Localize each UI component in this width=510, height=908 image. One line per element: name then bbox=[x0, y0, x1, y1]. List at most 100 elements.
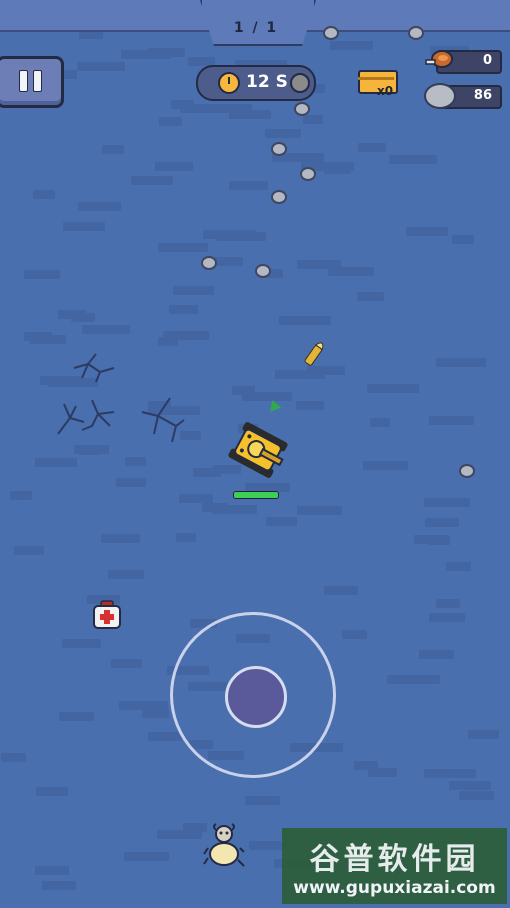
watermark: 谷普软件园 www.gupuxiazai.com bbox=[282, 828, 507, 904]
ground-brick bbox=[354, 761, 378, 770]
ground-brick bbox=[159, 117, 182, 126]
ground-brick bbox=[24, 332, 52, 341]
ground-brick bbox=[14, 546, 44, 555]
rock-pickup bbox=[271, 142, 287, 156]
ground-brick bbox=[59, 712, 94, 721]
ground-brick bbox=[71, 313, 95, 322]
ground-brick bbox=[328, 267, 374, 276]
rock-pickup bbox=[294, 102, 310, 116]
ground-brick bbox=[419, 650, 454, 659]
ground-brick bbox=[436, 599, 460, 608]
ground-brick bbox=[459, 791, 494, 800]
stone-count: 86 bbox=[473, 88, 492, 103]
ground-brick bbox=[35, 866, 69, 875]
pause-button[interactable] bbox=[0, 56, 64, 108]
ground-brick bbox=[35, 458, 77, 467]
joystick-knob[interactable] bbox=[225, 666, 287, 728]
ground-brick bbox=[131, 176, 173, 185]
meat-icon bbox=[425, 50, 453, 68]
alarm-clock-icon bbox=[218, 72, 240, 94]
ground-brick bbox=[36, 787, 68, 796]
ground-brick bbox=[324, 586, 358, 595]
watermark-title: 谷普软件园 bbox=[309, 842, 480, 877]
watermark-url: www.gupuxiazai.com bbox=[293, 878, 496, 898]
ground-brick bbox=[176, 533, 196, 542]
ground-brick bbox=[449, 781, 491, 790]
ground-brick bbox=[216, 232, 266, 241]
player-health-fill bbox=[234, 492, 278, 498]
ground-brick bbox=[148, 48, 185, 57]
sheep-enemy bbox=[203, 823, 245, 867]
rock-pickup bbox=[323, 26, 339, 40]
ground-brick bbox=[24, 270, 60, 279]
ground-brick bbox=[102, 145, 124, 154]
ground-brick bbox=[367, 384, 419, 393]
rock-pickup bbox=[408, 26, 424, 40]
ground-brick bbox=[10, 491, 32, 500]
ground-brick bbox=[446, 562, 471, 571]
ground-brick bbox=[193, 468, 221, 477]
timer-pill: 12 S bbox=[196, 65, 316, 101]
ground-brick bbox=[468, 730, 499, 739]
chest-count: x0 bbox=[377, 84, 394, 98]
ground-brick bbox=[179, 494, 213, 503]
ground-brick bbox=[155, 162, 193, 171]
ground-brick bbox=[275, 370, 325, 379]
ground-brick bbox=[142, 709, 169, 718]
ground-brick bbox=[389, 155, 437, 164]
ground-brick bbox=[173, 286, 214, 295]
ground-brick bbox=[171, 100, 194, 109]
ground-brick bbox=[229, 181, 268, 190]
ground-brick bbox=[363, 461, 408, 470]
rock-pickup bbox=[459, 464, 475, 478]
ground-brick bbox=[297, 506, 342, 515]
ground-brick bbox=[77, 62, 125, 71]
ground-brick bbox=[245, 796, 280, 805]
ground-brick bbox=[63, 222, 105, 231]
ground-brick bbox=[33, 190, 55, 199]
ground-brick bbox=[82, 325, 130, 334]
ground-brick bbox=[116, 478, 146, 487]
ground-brick bbox=[229, 110, 271, 119]
ground-brick bbox=[452, 235, 474, 244]
ground-brick bbox=[124, 852, 169, 861]
ground-brick bbox=[74, 445, 109, 454]
ground-brick bbox=[424, 498, 470, 507]
ground-brick bbox=[330, 41, 373, 50]
player-health-bar bbox=[233, 491, 279, 499]
ground-crack bbox=[57, 399, 115, 435]
rock-pickup bbox=[255, 264, 271, 278]
meat-count: 0 bbox=[482, 53, 492, 68]
player-tank bbox=[228, 422, 288, 478]
ground-brick bbox=[387, 675, 440, 684]
ground-brick bbox=[342, 630, 367, 639]
rock-pickup bbox=[201, 256, 217, 270]
ground-brick bbox=[414, 535, 449, 544]
wave-progress: 1 / 1 bbox=[233, 20, 279, 36]
ground-brick bbox=[358, 143, 386, 152]
ground-brick bbox=[169, 305, 198, 314]
ground-brick bbox=[78, 202, 121, 211]
ground-brick bbox=[303, 115, 323, 124]
ground-brick bbox=[406, 227, 448, 236]
ground-brick bbox=[436, 358, 486, 367]
ground-brick bbox=[42, 881, 76, 890]
ground-crack bbox=[141, 397, 185, 443]
ground-brick bbox=[242, 392, 292, 401]
ground-brick bbox=[429, 416, 474, 425]
ground-brick bbox=[279, 316, 331, 325]
ground-brick bbox=[108, 570, 144, 579]
ground-brick bbox=[424, 769, 476, 778]
timer-value: 12 S bbox=[246, 72, 288, 92]
ground-brick bbox=[265, 129, 301, 138]
ground-brick bbox=[266, 517, 297, 526]
ground-brick bbox=[148, 732, 182, 741]
rock-pickup bbox=[271, 190, 287, 204]
stone-icon bbox=[290, 73, 310, 93]
ground-brick bbox=[119, 701, 154, 710]
ground-brick bbox=[212, 505, 257, 514]
ground-brick bbox=[101, 534, 140, 543]
game-canvas[interactable]: 1 / 1 12 S x0 0 86 谷普软件园 www.gupuxiazai.… bbox=[0, 0, 510, 908]
ground-brick bbox=[158, 243, 208, 252]
ground-brick bbox=[1, 753, 26, 762]
